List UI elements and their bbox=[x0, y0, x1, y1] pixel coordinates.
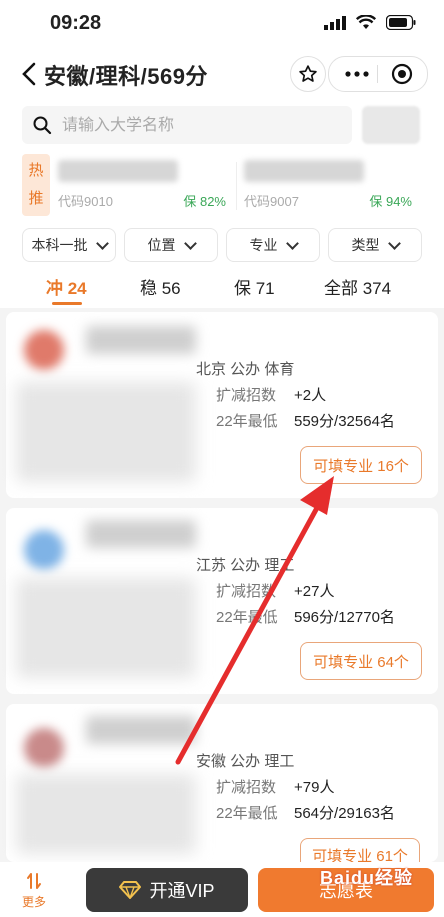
more-dots-icon[interactable] bbox=[345, 71, 369, 77]
fillable-majors-button[interactable]: 可填专业 64个 bbox=[300, 642, 422, 680]
school-card[interactable]: 安徽 公办 理工 扩减招数 +79人 22年最低 564分/29163名 可填专… bbox=[6, 704, 438, 868]
expand-label: 扩减招数 bbox=[216, 387, 277, 404]
chevron-down-icon bbox=[183, 236, 197, 250]
search-box[interactable] bbox=[22, 106, 352, 144]
school-card[interactable]: 北京 公办 体育 扩减招数 +2人 22年最低 559分/32564名 可填专业… bbox=[6, 312, 438, 498]
status-icons bbox=[324, 15, 416, 30]
watermark-text: Baidu经验 bbox=[320, 868, 414, 888]
min-score-label: 22年最低 bbox=[216, 609, 278, 626]
expand-label: 扩减招数 bbox=[216, 583, 277, 600]
school-name-blurred bbox=[86, 716, 196, 744]
status-bar: 09:28 bbox=[0, 0, 444, 48]
blurred-info bbox=[16, 382, 196, 482]
filter-type[interactable]: 类型 bbox=[328, 228, 422, 262]
star-icon bbox=[299, 65, 317, 82]
fillable-majors-button[interactable]: 可填专业 16个 bbox=[300, 446, 422, 484]
min-score-value: 596分/12770名 bbox=[294, 609, 395, 626]
filter-location[interactable]: 位置 bbox=[124, 228, 218, 262]
expand-value: +27人 bbox=[294, 583, 335, 600]
school-card[interactable]: 江苏 公办 理工 扩减招数 +27人 22年最低 596分/12770名 可填专… bbox=[6, 508, 438, 694]
hot-school-name-blurred bbox=[244, 160, 364, 182]
favorite-button[interactable] bbox=[290, 56, 326, 92]
back-icon[interactable] bbox=[18, 60, 42, 88]
min-score-value: 564分/29163名 bbox=[294, 805, 395, 822]
min-score-label: 22年最低 bbox=[216, 413, 278, 430]
tab-bao[interactable]: 保 71 bbox=[234, 274, 275, 299]
expand-value: +79人 bbox=[294, 779, 335, 796]
school-tags: 北京 公办 体育 bbox=[196, 361, 295, 378]
tab-all[interactable]: 全部 374 bbox=[324, 274, 391, 299]
chevron-down-icon bbox=[387, 236, 401, 250]
search-icon bbox=[33, 116, 52, 135]
diamond-icon bbox=[119, 881, 142, 899]
hot-recommend-section: 热 推 代码9010 保 82% 代码9007 保 94% bbox=[0, 154, 444, 224]
close-circle-icon[interactable] bbox=[391, 63, 413, 85]
status-time: 09:28 bbox=[50, 12, 102, 34]
capsule-divider bbox=[377, 65, 378, 83]
search-button[interactable] bbox=[362, 106, 420, 144]
battery-icon bbox=[386, 15, 416, 30]
hot-tag: 热 推 bbox=[22, 154, 50, 216]
sort-icon bbox=[27, 873, 41, 889]
wifi-icon bbox=[356, 15, 376, 29]
hot-school-name-blurred bbox=[58, 160, 178, 182]
school-logo-blurred bbox=[24, 530, 64, 570]
school-logo-blurred bbox=[24, 330, 64, 370]
blurred-info bbox=[16, 774, 196, 854]
expand-value: +2人 bbox=[294, 387, 327, 404]
hot-divider bbox=[236, 162, 237, 210]
min-score-label: 22年最低 bbox=[216, 805, 278, 822]
blurred-info bbox=[16, 578, 196, 678]
open-vip-button[interactable]: 开通VIP bbox=[86, 868, 248, 912]
hot-tag-line2: 推 bbox=[28, 190, 44, 207]
hot-school-card[interactable]: 代码9010 保 82% bbox=[52, 154, 232, 216]
search-input[interactable] bbox=[60, 112, 344, 140]
filter-batch[interactable]: 本科一批 bbox=[22, 228, 116, 262]
hot-school-probability: 保 94% bbox=[369, 194, 412, 209]
vip-label: 开通VIP bbox=[149, 881, 215, 901]
hot-school-code: 代码9010 bbox=[58, 194, 113, 209]
filter-label: 专业 bbox=[249, 237, 278, 253]
filter-label: 本科一批 bbox=[31, 237, 88, 253]
hot-tag-line1: 热 bbox=[28, 162, 44, 179]
filter-label: 位置 bbox=[147, 237, 176, 253]
tab-chong[interactable]: 冲 24 bbox=[46, 274, 87, 299]
school-name-blurred bbox=[86, 520, 196, 548]
more-button[interactable]: 更多 bbox=[14, 872, 54, 910]
hot-school-code: 代码9007 bbox=[244, 194, 299, 209]
category-tabs: 冲 24 稳 56 保 71 全部 374 bbox=[0, 266, 444, 308]
filter-label: 类型 bbox=[351, 237, 380, 253]
filter-bar: 本科一批 位置 专业 类型 bbox=[0, 224, 444, 266]
chevron-down-icon bbox=[285, 236, 299, 250]
mini-program-capsule bbox=[328, 56, 428, 92]
min-score-value: 559分/32564名 bbox=[294, 413, 395, 430]
school-tags: 江苏 公办 理工 bbox=[196, 557, 295, 574]
expand-label: 扩减招数 bbox=[216, 779, 277, 796]
hot-school-card[interactable]: 代码9007 保 94% bbox=[238, 154, 418, 216]
school-name-blurred bbox=[86, 326, 196, 354]
signal-icon bbox=[324, 15, 346, 30]
page-title: 安徽/理科/569分 bbox=[44, 64, 208, 89]
tab-wen[interactable]: 稳 56 bbox=[140, 274, 181, 299]
chevron-down-icon bbox=[95, 236, 109, 250]
search-section bbox=[0, 98, 444, 154]
tab-underline bbox=[52, 302, 82, 305]
nav-bar: 安徽/理科/569分 bbox=[0, 48, 444, 98]
more-label: 更多 bbox=[21, 895, 46, 909]
filter-major[interactable]: 专业 bbox=[226, 228, 320, 262]
school-logo-blurred bbox=[24, 728, 64, 768]
hot-school-probability: 保 82% bbox=[183, 194, 226, 209]
school-tags: 安徽 公办 理工 bbox=[196, 753, 295, 770]
